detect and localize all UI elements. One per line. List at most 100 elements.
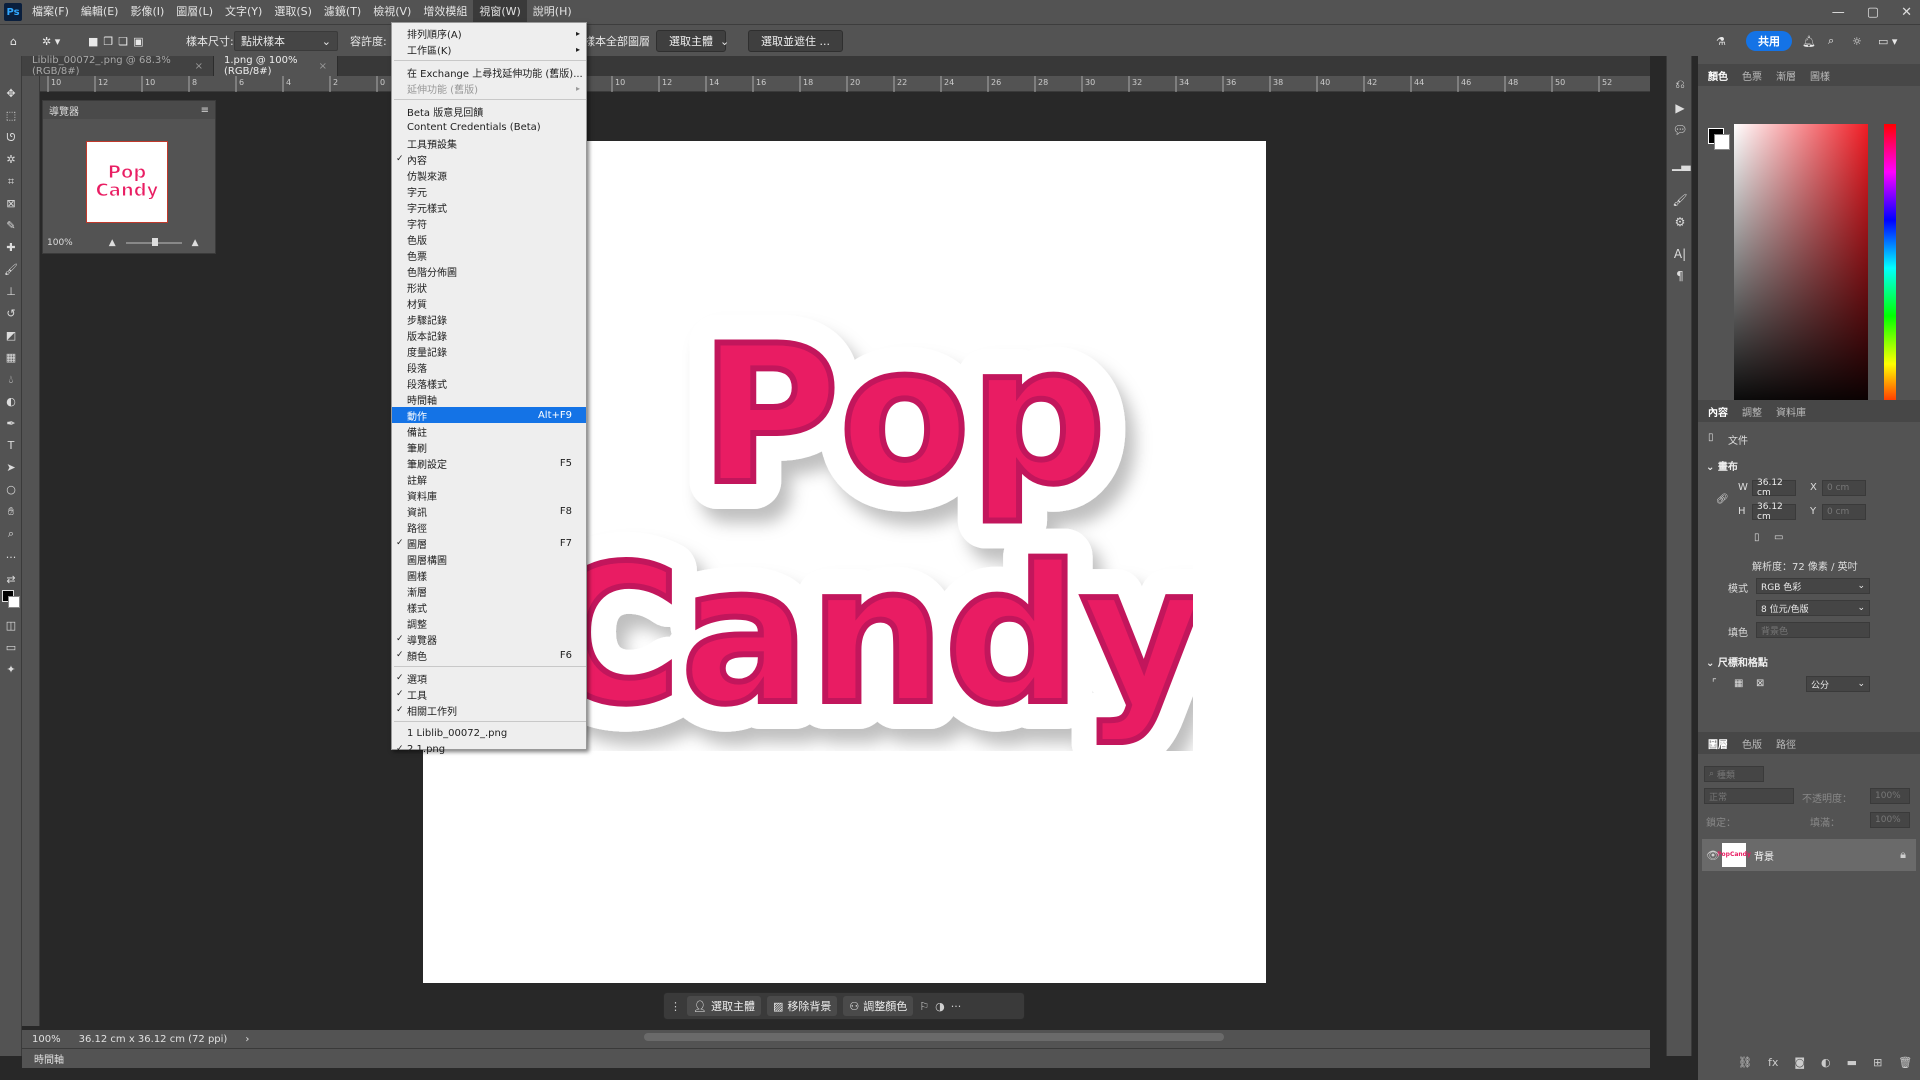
window-menu-item[interactable]: Beta 版意見回饋 <box>392 103 586 119</box>
window-menu-item[interactable]: 樣式 <box>392 599 586 615</box>
brightness-icon[interactable]: ☼ <box>1852 31 1862 51</box>
window-menu-item[interactable]: 步驟記錄 <box>392 311 586 327</box>
tab-color[interactable]: 顏色 <box>1702 68 1734 83</box>
new-layer-icon[interactable]: ⊞ <box>1873 1056 1882 1069</box>
share-button[interactable]: 共用 <box>1746 31 1792 51</box>
window-menu-item[interactable]: 形狀 <box>392 279 586 295</box>
timeline-panel-bar[interactable]: 時間軸 <box>22 1048 1650 1068</box>
sample-all-layers-label[interactable]: 樣本全部圖層 <box>584 31 650 51</box>
close-tab-icon[interactable]: × <box>195 61 203 72</box>
eye-icon[interactable]: 👁︎ <box>1706 849 1720 862</box>
navigator-zoom-value[interactable]: 100% <box>47 238 73 248</box>
window-menu-item[interactable]: 度量記錄 <box>392 343 586 359</box>
screen-mode-icon[interactable]: ▭ <box>3 640 19 656</box>
select-subject-ctx-button[interactable]: 👤︎ 選取主體 <box>687 996 761 1016</box>
tab-swatches[interactable]: 色票 <box>1736 68 1768 83</box>
tab-paths[interactable]: 路徑 <box>1770 736 1802 751</box>
lasso-tool-icon[interactable]: ᘎ <box>3 130 19 146</box>
menu-layer[interactable]: 圖層(L) <box>170 0 219 24</box>
horizontal-scrollbar[interactable] <box>644 1033 1224 1041</box>
tab-channels[interactable]: 色版 <box>1736 736 1768 751</box>
window-menu-item[interactable]: 在 Exchange 上尋找延伸功能 (舊版)... <box>392 64 586 80</box>
actions-icon[interactable]: ▶ <box>1672 100 1688 116</box>
portrait-icon[interactable]: ▯ <box>1754 532 1760 543</box>
adjustment-layer-icon[interactable]: ◐ <box>1821 1056 1831 1069</box>
lock-icon[interactable]: 🔒︎ <box>1900 848 1906 862</box>
units-select[interactable]: 公分 ⌄ <box>1806 676 1870 692</box>
window-menu-item[interactable]: 字符 <box>392 215 586 231</box>
intersect-selection-icon[interactable]: ▣ <box>133 35 143 48</box>
eyedropper-tool-icon[interactable]: ✎ <box>3 218 19 234</box>
landscape-icon[interactable]: ▭ <box>1774 532 1783 543</box>
color-field[interactable] <box>1734 124 1868 412</box>
mode-select[interactable]: RGB 色彩 ⌄ <box>1756 578 1870 594</box>
window-menu-item[interactable]: 備註 <box>392 423 586 439</box>
guides-icon[interactable]: ⊠ <box>1756 678 1764 689</box>
tab-patterns[interactable]: 圖樣 <box>1804 68 1836 83</box>
menu-filter[interactable]: 濾鏡(T) <box>318 0 367 24</box>
adjust-color-button[interactable]: ⚇ 調整顏色 <box>843 996 914 1016</box>
status-zoom[interactable]: 100% <box>32 1034 61 1045</box>
menu-view[interactable]: 檢視(V) <box>367 0 417 24</box>
close-tab-icon[interactable]: × <box>319 61 327 72</box>
remove-background-button[interactable]: ▨ 移除背景 <box>766 996 838 1016</box>
more-options-icon[interactable]: ··· <box>951 1000 962 1013</box>
background-swatch[interactable] <box>1714 134 1730 150</box>
window-menu-item[interactable]: ✓ 相關工作列 <box>392 702 586 718</box>
zoom-out-icon[interactable]: ▲ <box>109 238 116 248</box>
bell-icon[interactable]: 🔔︎ <box>1802 31 1816 51</box>
select-and-mask-button[interactable]: 選取並遮住 ... <box>748 30 843 52</box>
history-brush-icon[interactable]: ↺ <box>3 306 19 322</box>
quick-mask-icon[interactable]: ◫ <box>3 618 19 634</box>
tab-liblib[interactable]: Liblib_00072_.png @ 68.3% (RGB/8#) × <box>22 55 214 77</box>
flag-icon[interactable]: ⚐ <box>919 1000 929 1013</box>
histogram-icon[interactable]: ▁▃ <box>1672 156 1690 172</box>
swap-colors-icon[interactable]: ⇄ <box>3 572 19 588</box>
history-icon[interactable]: ⎌ <box>1672 76 1688 92</box>
menu-window[interactable]: 視窗(W) <box>473 0 527 24</box>
minimize-icon[interactable]: — <box>1832 5 1845 20</box>
path-selection-icon[interactable]: ➤ <box>3 460 19 476</box>
window-menu-item[interactable]: 段落樣式 <box>392 375 586 391</box>
comments-icon[interactable]: 💬︎ <box>1672 122 1688 138</box>
window-menu-item[interactable]: 字元 <box>392 183 586 199</box>
window-menu-item[interactable]: 註解 <box>392 471 586 487</box>
window-menu-item[interactable]: 調整 <box>392 615 586 631</box>
type-tool-icon[interactable]: T <box>3 438 19 454</box>
frame-tool-icon[interactable]: ⊠ <box>3 196 19 212</box>
link-icon[interactable]: 🔗︎ <box>1716 494 1729 505</box>
window-menu-item[interactable]: 筆刷設定 F5 <box>392 455 586 471</box>
panel-menu-icon[interactable]: ≡ <box>201 105 215 116</box>
tab-libraries[interactable]: 資料庫 <box>1770 404 1812 419</box>
window-menu-item[interactable]: ✓ 2 1.png <box>392 741 586 757</box>
window-menu-item[interactable]: 時間軸 <box>392 391 586 407</box>
y-field[interactable]: 0 cm <box>1822 504 1866 520</box>
move-tool-icon[interactable]: ✥ <box>3 86 19 102</box>
window-menu-item[interactable]: ✓ 導覽器 <box>392 631 586 647</box>
window-menu-item[interactable]: 延伸功能 (舊版) ▸ <box>392 80 586 96</box>
home-icon[interactable]: ⌂ <box>10 31 17 51</box>
menu-plugins[interactable]: 增效模組 <box>417 0 473 24</box>
chevron-right-icon[interactable]: › <box>245 1034 249 1045</box>
hue-slider[interactable] <box>1884 124 1896 412</box>
menu-help[interactable]: 說明(H) <box>527 0 578 24</box>
blend-mode-select[interactable]: 正常 <box>1704 788 1794 804</box>
window-menu-item[interactable]: 動作 Alt+F9 <box>392 407 586 423</box>
chevron-down-icon[interactable]: ⌄ <box>720 31 729 51</box>
adjustments-icon[interactable]: ⚙ <box>1672 214 1688 230</box>
rulers-grids-section[interactable]: ⌄ 尺標和格點 <box>1706 654 1768 669</box>
window-menu-item[interactable]: 色票 <box>392 247 586 263</box>
tab-properties[interactable]: 內容 <box>1702 404 1734 419</box>
new-selection-icon[interactable]: ■ <box>88 35 98 48</box>
x-field[interactable]: 0 cm <box>1822 480 1866 496</box>
window-menu-item[interactable]: 資訊 F8 <box>392 503 586 519</box>
subtract-selection-icon[interactable]: ❏ <box>118 35 128 48</box>
beaker-icon[interactable]: ⚗ <box>1716 31 1726 51</box>
stamp-tool-icon[interactable]: ⊥ <box>3 284 19 300</box>
window-menu-item[interactable]: 圖層構圖 <box>392 551 586 567</box>
crop-tool-icon[interactable]: ⌗ <box>3 174 19 190</box>
paragraph-icon[interactable]: ¶ <box>1672 268 1688 284</box>
select-subject-button[interactable]: 選取主體 <box>656 30 726 52</box>
window-menu-item[interactable]: ✓ 顏色 F6 <box>392 647 586 663</box>
window-menu-item[interactable]: 仿製來源 <box>392 167 586 183</box>
